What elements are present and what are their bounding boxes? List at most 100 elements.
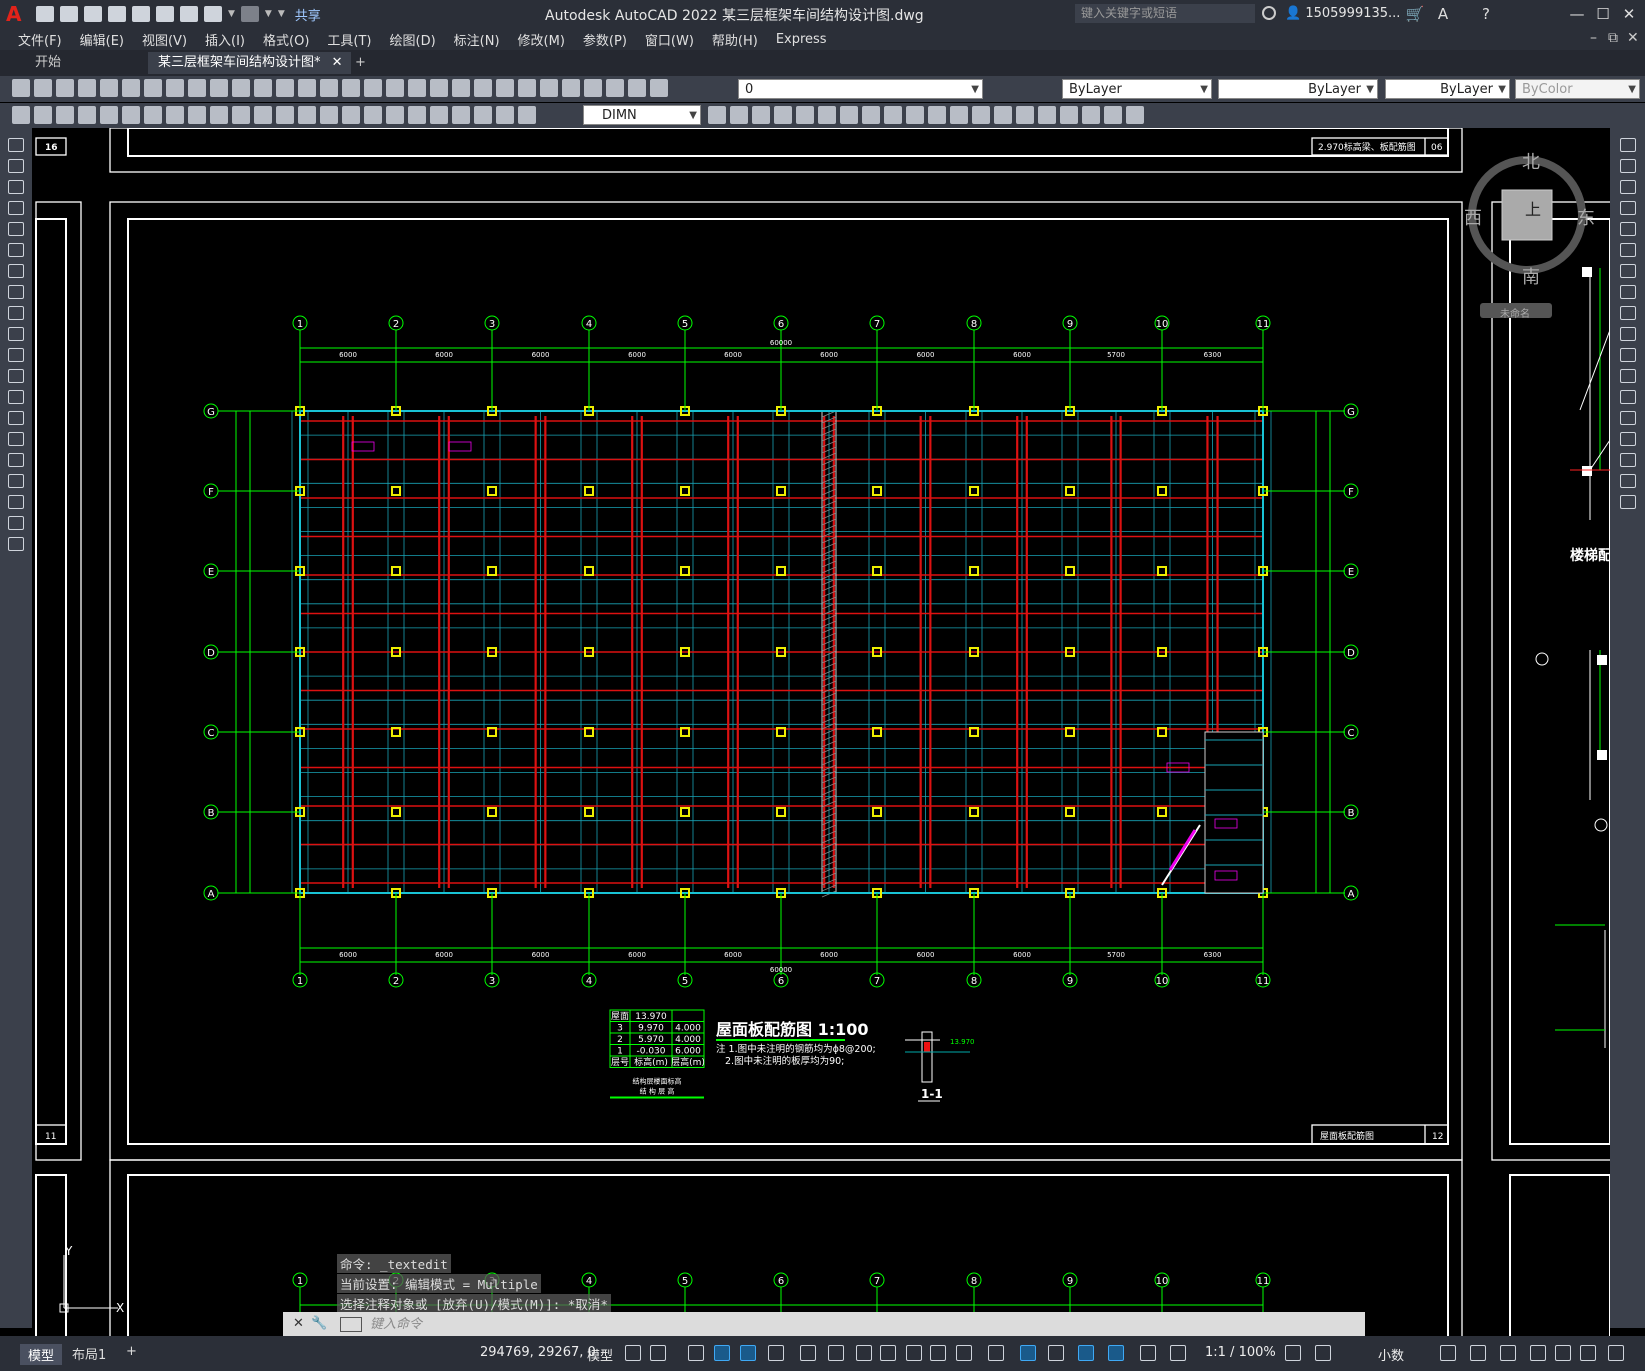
palette-tool-icon[interactable] bbox=[1620, 201, 1636, 215]
toolbar-tool-icon[interactable] bbox=[730, 106, 748, 124]
toolbar-tool-icon[interactable] bbox=[752, 106, 770, 124]
lineweight-dropdown[interactable]: ByLayer ▼ bbox=[1385, 79, 1510, 99]
status-toggle-icon[interactable] bbox=[856, 1345, 872, 1361]
toolbar-tool-icon[interactable] bbox=[408, 106, 426, 124]
doc-minimize-icon[interactable]: – bbox=[1590, 30, 1597, 46]
toolbar-tool-icon[interactable] bbox=[122, 106, 140, 124]
toolbar-tool-icon[interactable] bbox=[56, 106, 74, 124]
toolbar-tool-icon[interactable] bbox=[144, 79, 162, 97]
toolbar-tool-icon[interactable] bbox=[862, 106, 880, 124]
toolbar-tool-icon[interactable] bbox=[254, 79, 272, 97]
toolbar-tool-icon[interactable] bbox=[540, 79, 558, 97]
palette-tool-icon[interactable] bbox=[1620, 495, 1636, 509]
status-toggle-icon[interactable] bbox=[1470, 1345, 1486, 1361]
tab-layout1[interactable]: 布局1 bbox=[72, 1344, 106, 1363]
open-icon[interactable] bbox=[60, 6, 78, 22]
palette-tool-icon[interactable] bbox=[8, 348, 24, 362]
save-icon[interactable] bbox=[84, 6, 102, 22]
toolbar-tool-icon[interactable] bbox=[430, 106, 448, 124]
toolbar-tool-icon[interactable] bbox=[518, 106, 536, 124]
menu-item-9[interactable]: 参数(P) bbox=[583, 30, 627, 49]
status-toggle-icon[interactable] bbox=[1108, 1345, 1124, 1361]
doc-restore-icon[interactable]: ⧉ bbox=[1608, 30, 1618, 46]
tab-close-icon[interactable]: ✕ bbox=[332, 52, 343, 74]
status-toggle-icon[interactable] bbox=[1580, 1345, 1596, 1361]
toolbar-tool-icon[interactable] bbox=[166, 106, 184, 124]
toolbar-tool-icon[interactable] bbox=[342, 106, 360, 124]
toolbar-tool-icon[interactable] bbox=[650, 79, 668, 97]
menu-item-0[interactable]: 文件(F) bbox=[18, 30, 62, 49]
viewcube-top[interactable]: 上 bbox=[1525, 196, 1541, 220]
status-toggle-icon[interactable] bbox=[880, 1345, 896, 1361]
status-toggle-icon[interactable] bbox=[740, 1345, 756, 1361]
menu-item-8[interactable]: 修改(M) bbox=[518, 30, 565, 49]
wcs-menu[interactable]: 未命名 bbox=[1500, 305, 1530, 320]
palette-tool-icon[interactable] bbox=[8, 390, 24, 404]
toolbar-tool-icon[interactable] bbox=[518, 79, 536, 97]
toolbar-tool-icon[interactable] bbox=[12, 79, 30, 97]
toolbar-tool-icon[interactable] bbox=[34, 79, 52, 97]
palette-tool-icon[interactable] bbox=[8, 264, 24, 278]
toolbar-tool-icon[interactable] bbox=[1038, 106, 1056, 124]
toolbar-tool-icon[interactable] bbox=[972, 106, 990, 124]
autocad-logo-icon[interactable]: A bbox=[6, 3, 28, 25]
status-toggle-icon[interactable] bbox=[828, 1345, 844, 1361]
toolbar-tool-icon[interactable] bbox=[188, 106, 206, 124]
toolbar-tool-icon[interactable] bbox=[276, 106, 294, 124]
status-toggle-icon[interactable] bbox=[1608, 1345, 1624, 1361]
status-toggle-icon[interactable] bbox=[1078, 1345, 1094, 1361]
viewcube-north[interactable]: 北 bbox=[1522, 148, 1540, 174]
toolbar-tool-icon[interactable] bbox=[994, 106, 1012, 124]
status-toggle-icon[interactable] bbox=[906, 1345, 922, 1361]
palette-tool-icon[interactable] bbox=[8, 432, 24, 446]
drawing-canvas[interactable]: 2.970标高梁、板配筋图 06 屋面板配筋图 12 11 16 1122334… bbox=[32, 128, 1610, 1336]
palette-tool-icon[interactable] bbox=[1620, 474, 1636, 488]
palette-tool-icon[interactable] bbox=[8, 222, 24, 236]
toolbar-tool-icon[interactable] bbox=[474, 106, 492, 124]
plot-icon[interactable] bbox=[180, 6, 198, 22]
toolbar-tool-icon[interactable] bbox=[232, 79, 250, 97]
toolbar-tool-icon[interactable] bbox=[430, 79, 448, 97]
toolbar-tool-icon[interactable] bbox=[796, 106, 814, 124]
palette-tool-icon[interactable] bbox=[1620, 432, 1636, 446]
palette-tool-icon[interactable] bbox=[8, 369, 24, 383]
palette-tool-icon[interactable] bbox=[1620, 411, 1636, 425]
status-toggle-icon[interactable] bbox=[1315, 1345, 1331, 1361]
toolbar-tool-icon[interactable] bbox=[1126, 106, 1144, 124]
dimstyle-dropdown[interactable]: DIMN ▼ bbox=[583, 105, 701, 125]
toolbar-tool-icon[interactable] bbox=[342, 79, 360, 97]
status-toggle-icon[interactable] bbox=[1555, 1345, 1571, 1361]
tab-drawing[interactable]: 某三层框架车间结构设计图* ✕ bbox=[148, 52, 351, 74]
status-toggle-icon[interactable] bbox=[1440, 1345, 1456, 1361]
toolbar-tool-icon[interactable] bbox=[386, 79, 404, 97]
toolbar-tool-icon[interactable] bbox=[364, 106, 382, 124]
toolbar-tool-icon[interactable] bbox=[1060, 106, 1078, 124]
help-icon[interactable]: ? bbox=[1476, 4, 1496, 24]
menu-item-4[interactable]: 格式(O) bbox=[263, 30, 309, 49]
toolbar-tool-icon[interactable] bbox=[320, 79, 338, 97]
palette-tool-icon[interactable] bbox=[8, 537, 24, 551]
cmd-close-icon[interactable]: ✕ bbox=[293, 1316, 304, 1331]
palette-tool-icon[interactable] bbox=[8, 306, 24, 320]
palette-tool-icon[interactable] bbox=[8, 495, 24, 509]
color-dropdown[interactable]: ByLayer ▼ bbox=[1062, 79, 1212, 99]
toolbar-tool-icon[interactable] bbox=[210, 106, 228, 124]
open-web-icon[interactable] bbox=[132, 6, 150, 22]
status-toggle-icon[interactable] bbox=[714, 1345, 730, 1361]
palette-tool-icon[interactable] bbox=[8, 411, 24, 425]
menu-item-11[interactable]: 帮助(H) bbox=[712, 30, 758, 49]
palette-tool-icon[interactable] bbox=[1620, 327, 1636, 341]
tab-model[interactable]: 模型 bbox=[20, 1344, 63, 1365]
palette-tool-icon[interactable] bbox=[1620, 306, 1636, 320]
menu-item-12[interactable]: Express bbox=[776, 32, 827, 47]
toolbar-tool-icon[interactable] bbox=[474, 79, 492, 97]
palette-tool-icon[interactable] bbox=[1620, 369, 1636, 383]
tab-start[interactable]: 开始 bbox=[25, 52, 71, 74]
customize-qa-icon[interactable]: ▼ bbox=[278, 9, 285, 19]
palette-tool-icon[interactable] bbox=[8, 180, 24, 194]
save-as-icon[interactable] bbox=[108, 6, 126, 22]
close-button[interactable]: ✕ bbox=[1619, 4, 1639, 24]
toolbar-tool-icon[interactable] bbox=[928, 106, 946, 124]
status-toggle-icon[interactable] bbox=[768, 1345, 784, 1361]
status-toggle-icon[interactable] bbox=[956, 1345, 972, 1361]
